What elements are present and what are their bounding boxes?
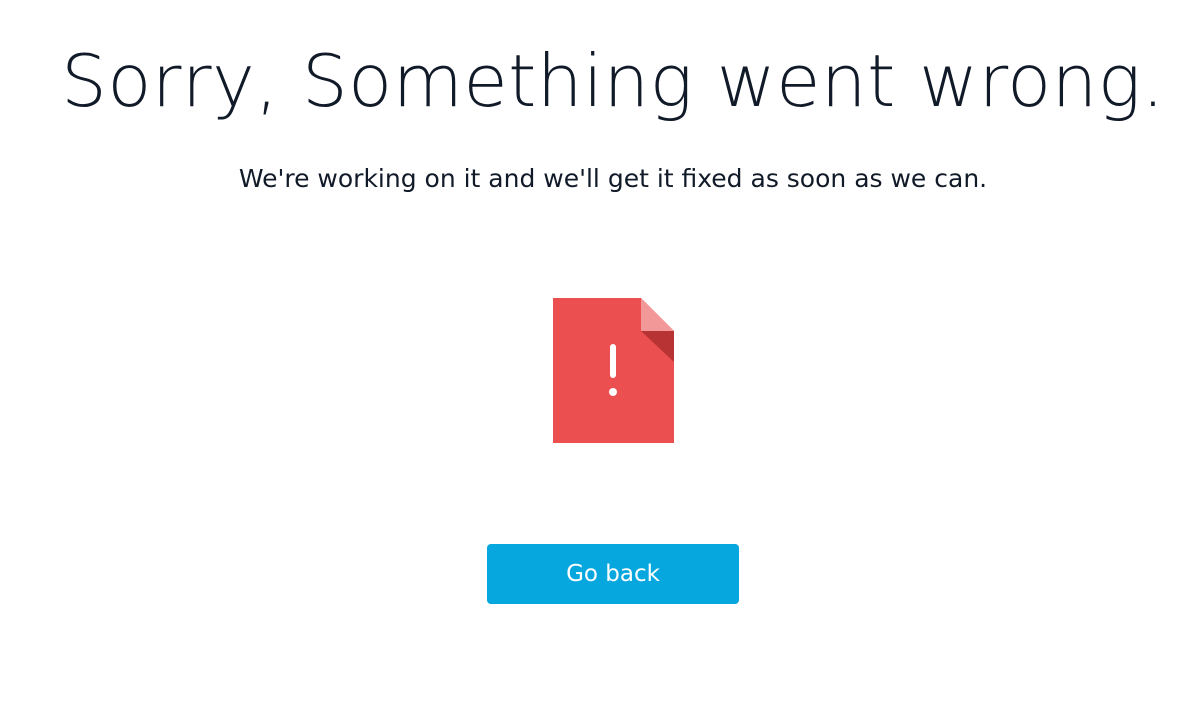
exclamation-dot	[609, 388, 617, 396]
exclamation-bar	[610, 344, 616, 378]
document-svg	[553, 298, 674, 443]
error-message: We're working on it and we'll get it fix…	[238, 164, 988, 193]
error-title: Sorry, Something went wrong.	[61, 39, 1165, 123]
error-page: Sorry, Something went wrong. We're worki…	[0, 0, 1178, 706]
error-document-icon	[553, 298, 674, 443]
document-fold-corner	[641, 298, 674, 331]
go-back-button[interactable]: Go back	[487, 544, 739, 604]
